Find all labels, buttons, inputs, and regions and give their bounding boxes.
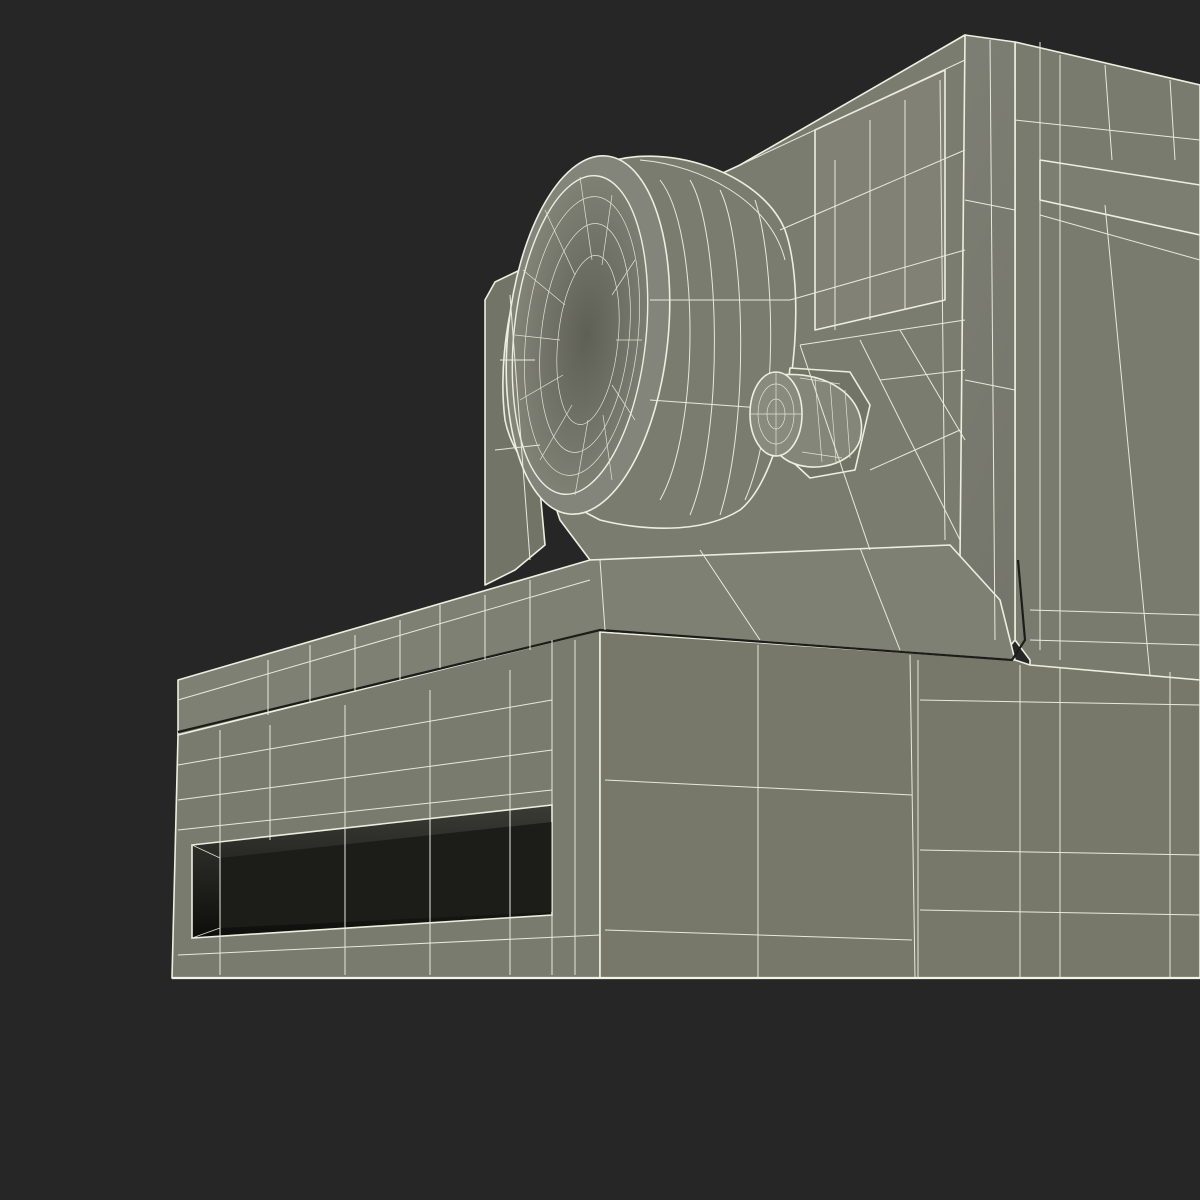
- funnel: [502, 154, 797, 529]
- wireframe-render: [171, 34, 1200, 980]
